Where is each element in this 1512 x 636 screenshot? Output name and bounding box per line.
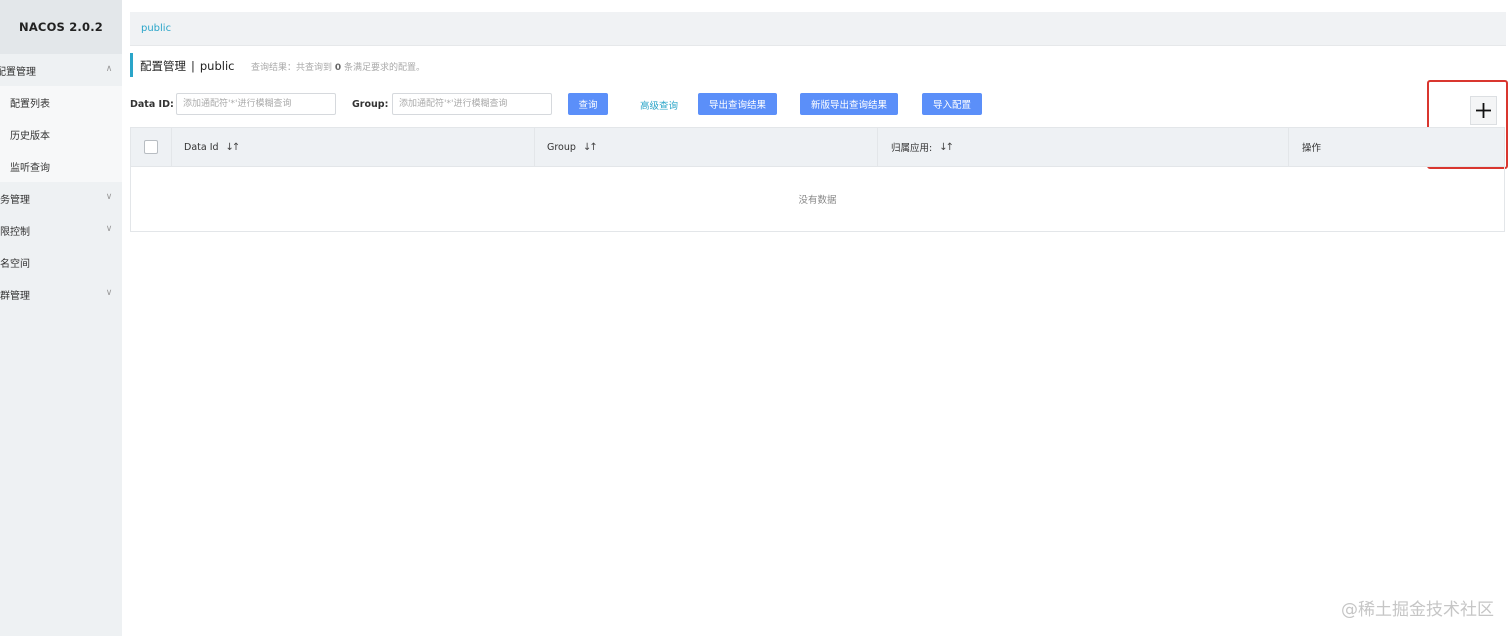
column-header-group[interactable]: Group ↓↑ xyxy=(547,128,598,166)
watermark: @稀土掘金技术社区 xyxy=(1341,600,1494,620)
column-divider xyxy=(171,128,172,166)
namespace-link-public[interactable]: public xyxy=(141,23,171,34)
query-button[interactable]: 查询 xyxy=(568,93,608,115)
sidebar-item-listener-query[interactable]: 监听查询 xyxy=(0,150,122,182)
query-result-hint: 查询结果：共查询到 0 条满足要求的配置。 xyxy=(251,60,425,73)
namespace-bar: public xyxy=(130,12,1506,46)
sidebar-item-label: 配置管理 xyxy=(0,66,36,78)
result-count: 0 xyxy=(334,63,342,73)
sidebar-item-label: 权限控制 xyxy=(0,226,30,238)
page-title: 配置管理 | public xyxy=(140,58,234,74)
sidebar-item-config-management[interactable]: 配置管理 ∧ xyxy=(0,54,122,86)
chevron-down-icon: ∨ xyxy=(105,224,113,234)
column-divider xyxy=(877,128,878,166)
sidebar-item-label: 命名空间 xyxy=(0,258,30,270)
column-divider xyxy=(1288,128,1289,166)
chevron-down-icon: ∨ xyxy=(105,192,113,202)
import-config-button[interactable]: 导入配置 xyxy=(922,93,982,115)
column-header-operations: 操作 xyxy=(1302,128,1321,166)
data-id-input[interactable] xyxy=(176,93,336,115)
sidebar-item-config-list[interactable]: 配置列表 xyxy=(0,86,122,118)
result-hint-suffix: 条满足要求的配置。 xyxy=(344,63,426,73)
config-table: Data Id ↓↑ Group ↓↑ 归属应用: ↓↑ 操作 没有数据 xyxy=(130,127,1505,232)
page-title-namespace: public xyxy=(199,59,235,73)
title-separator: | xyxy=(191,59,195,73)
sidebar-item-history[interactable]: 历史版本 xyxy=(0,118,122,150)
column-header-app[interactable]: 归属应用: ↓↑ xyxy=(891,128,954,166)
select-all-checkbox[interactable] xyxy=(144,140,158,154)
group-input[interactable] xyxy=(392,93,552,115)
result-hint-prefix: 查询结果：共查询到 xyxy=(251,63,333,73)
sidebar: NACOS 2.0.2 配置管理 ∧ 配置列表 历史版本 监听查询 服务管理 ∨… xyxy=(0,0,122,636)
column-label: 归属应用: xyxy=(891,143,933,154)
export-results-button[interactable]: 导出查询结果 xyxy=(698,93,777,115)
group-label: Group: xyxy=(352,99,389,110)
chevron-up-icon: ∧ xyxy=(105,64,113,74)
data-id-label: Data ID: xyxy=(130,99,174,110)
page-title-row: 配置管理 | public 查询结果：共查询到 0 条满足要求的配置。 xyxy=(130,53,730,77)
sort-icon[interactable]: ↓↑ xyxy=(226,142,241,153)
brand-logo: NACOS 2.0.2 xyxy=(0,0,122,54)
table-header: Data Id ↓↑ Group ↓↑ 归属应用: ↓↑ 操作 xyxy=(131,128,1504,167)
sort-icon[interactable]: ↓↑ xyxy=(583,142,598,153)
sidebar-item-namespace[interactable]: 命名空间 xyxy=(0,246,122,278)
column-label: Group xyxy=(547,141,576,153)
sidebar-item-label: 历史版本 xyxy=(10,130,50,142)
sidebar-item-cluster-management[interactable]: 集群管理 ∨ xyxy=(0,278,122,310)
title-accent-bar xyxy=(130,53,133,77)
column-divider xyxy=(534,128,535,166)
sort-icon[interactable]: ↓↑ xyxy=(939,142,954,153)
empty-state-text: 没有数据 xyxy=(798,195,837,206)
chevron-down-icon: ∨ xyxy=(105,288,113,298)
new-export-results-button[interactable]: 新版导出查询结果 xyxy=(800,93,898,115)
sidebar-item-label: 集群管理 xyxy=(0,290,30,302)
advanced-query-link[interactable]: 高级查询 xyxy=(640,98,678,112)
sidebar-item-label: 服务管理 xyxy=(0,194,30,206)
column-label: Data Id xyxy=(184,141,219,153)
column-label: 操作 xyxy=(1302,143,1322,154)
sidebar-item-access-control[interactable]: 权限控制 ∨ xyxy=(0,214,122,246)
page-title-section: 配置管理 xyxy=(140,59,186,73)
sidebar-item-label: 监听查询 xyxy=(10,162,50,174)
column-header-data-id[interactable]: Data Id ↓↑ xyxy=(184,128,241,166)
sidebar-item-service-management[interactable]: 服务管理 ∨ xyxy=(0,182,122,214)
sidebar-item-label: 配置列表 xyxy=(10,98,50,110)
